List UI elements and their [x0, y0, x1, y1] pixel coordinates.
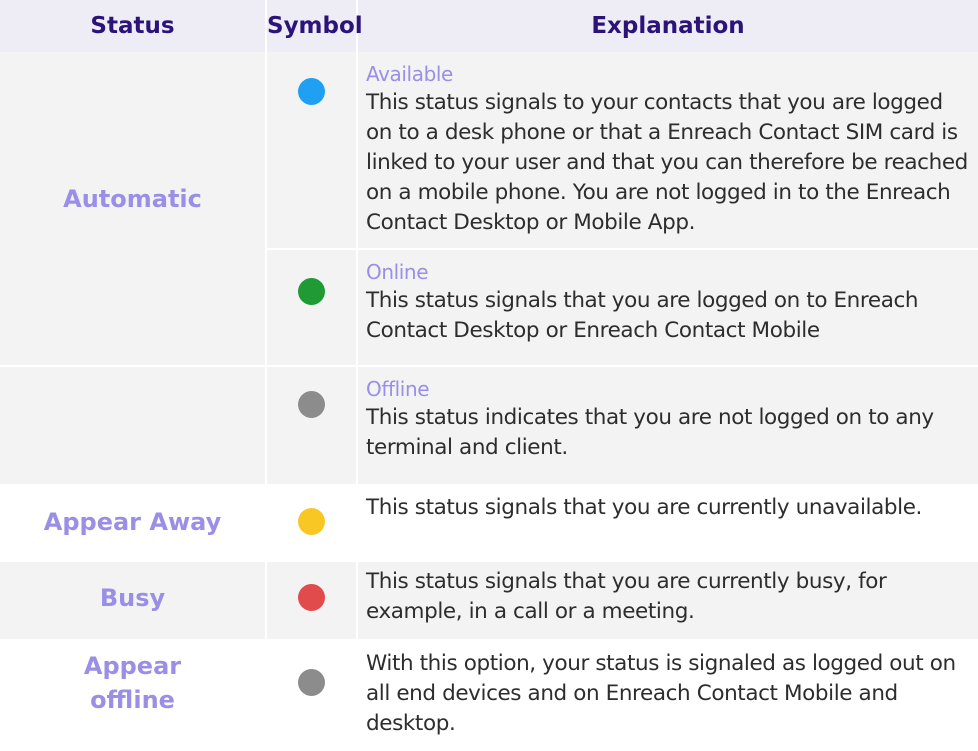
status-table: Status Symbol Explanation Automatic Avai…: [0, 0, 978, 751]
explanation-text-available: This status signals to your contacts tha…: [366, 90, 968, 235]
explanation-cell-busy: This status signals that you are current…: [358, 562, 978, 641]
status-cell-appear-offline: Appear offline: [0, 641, 267, 751]
status-cell-automatic: Automatic: [0, 52, 267, 367]
symbol-cell-appear-offline: [267, 641, 358, 751]
status-cell-appear-away: Appear Away: [0, 486, 267, 562]
explanation-cell-appear-away: This status signals that you are current…: [358, 486, 978, 562]
blue-status-dot-icon: [298, 78, 325, 105]
symbol-cell-appear-away: [267, 486, 358, 562]
table-row-appear-offline: Appear offline With this option, your st…: [0, 641, 978, 751]
status-label-appear-offline: Appear offline: [83, 652, 182, 714]
table-row-available: Automatic Available This status signals …: [0, 52, 978, 367]
gray-status-dot-icon: [298, 391, 325, 418]
explanation-text-appear-offline: With this option, your status is signale…: [366, 651, 956, 736]
explanation-cell-appear-offline: With this option, your status is signale…: [358, 641, 978, 751]
table-row-appear-away: Appear Away This status signals that you…: [0, 486, 978, 562]
explanation-title-available: Available: [366, 62, 453, 86]
explanation-cell-available: Available This status signals to your co…: [358, 52, 978, 250]
header-status: Status: [0, 0, 267, 52]
status-label-automatic: Automatic: [63, 184, 202, 213]
green-status-dot-icon: [298, 278, 325, 305]
red-status-dot-icon: [298, 584, 325, 611]
status-cell-busy: Busy: [0, 562, 267, 641]
symbol-cell-online: [267, 250, 358, 367]
explanation-text-online: This status signals that you are logged …: [366, 288, 919, 343]
table-header-row: Status Symbol Explanation: [0, 0, 978, 52]
symbol-cell-busy: [267, 562, 358, 641]
explanation-cell-offline: Offline This status indicates that you a…: [358, 367, 978, 486]
symbol-cell-offline: [267, 367, 358, 486]
explanation-text-offline: This status indicates that you are not l…: [366, 405, 934, 460]
status-cell-offline: [0, 367, 267, 486]
header-explanation: Explanation: [358, 0, 978, 52]
explanation-title-offline: Offline: [366, 377, 430, 401]
status-label-appear-away: Appear Away: [43, 508, 222, 536]
explanation-text-busy: This status signals that you are current…: [366, 569, 887, 624]
explanation-cell-online: Online This status signals that you are …: [358, 250, 978, 367]
yellow-status-dot-icon: [298, 508, 325, 535]
table-row-busy: Busy This status signals that you are cu…: [0, 562, 978, 641]
header-symbol: Symbol: [267, 0, 363, 52]
table-row-offline: Offline This status indicates that you a…: [0, 367, 978, 486]
gray-status-dot-icon: [298, 669, 325, 696]
status-label-busy: Busy: [99, 584, 166, 612]
explanation-title-online: Online: [366, 260, 429, 284]
symbol-cell-available: [267, 52, 358, 250]
explanation-text-appear-away: This status signals that you are current…: [366, 495, 922, 520]
